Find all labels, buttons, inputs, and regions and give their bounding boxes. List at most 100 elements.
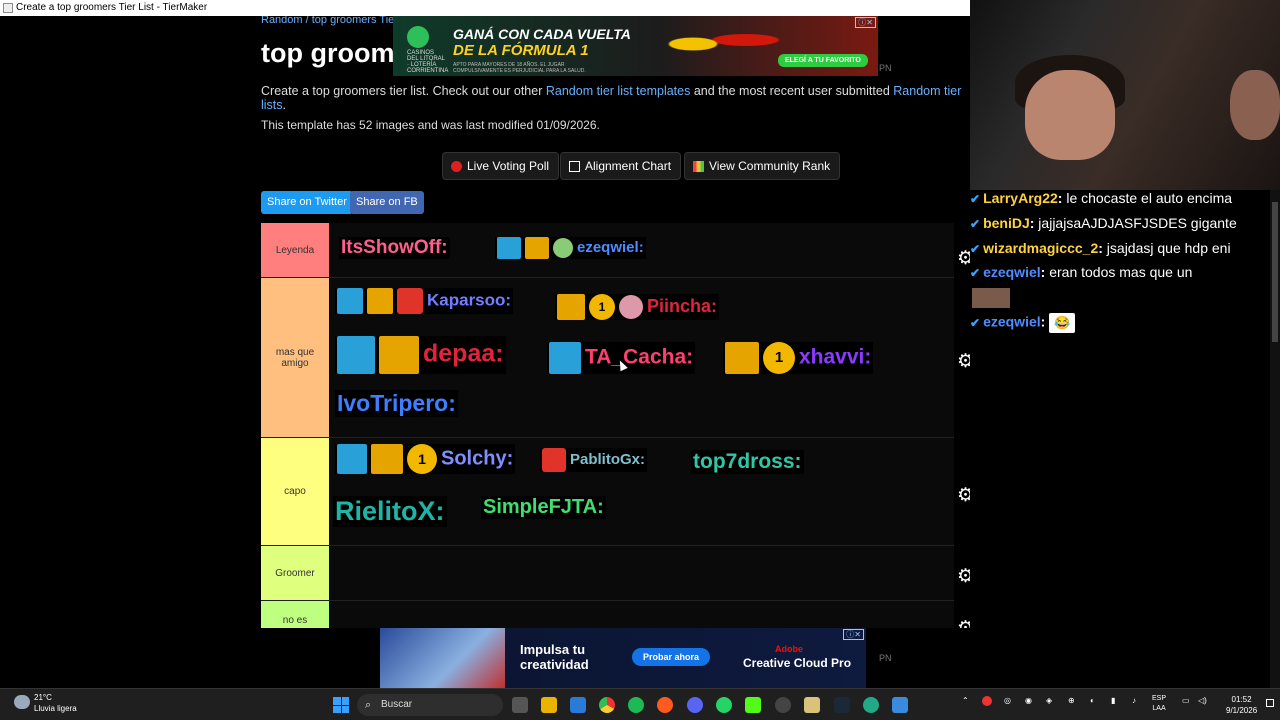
tier-label[interactable]: no es [261, 601, 329, 628]
tile-name: Piincha: [647, 295, 718, 316]
kick-icon[interactable] [745, 697, 761, 713]
tray-expand-icon[interactable]: ⌃ [962, 696, 969, 705]
tier-controls: ⚙ ⌃ ⌄ [957, 474, 970, 514]
random-templates-link[interactable]: Random tier list templates [546, 84, 691, 98]
photos-icon[interactable] [570, 697, 586, 713]
whatsapp-icon[interactable] [716, 697, 732, 713]
view-community-rank-button[interactable]: View Community Rank [684, 152, 841, 180]
tier-controls: ⚙ ⌃ [957, 607, 970, 628]
tier-label[interactable]: Leyenda [261, 223, 329, 277]
file-explorer-icon[interactable] [541, 697, 557, 713]
gear-icon[interactable]: ⚙ [957, 350, 970, 373]
tile-solchy[interactable]: 1 Solchy: [335, 444, 516, 474]
tier-label[interactable]: capo [261, 438, 329, 545]
language-indicator[interactable]: ESP LAA [1152, 694, 1166, 714]
emote-icon [619, 295, 643, 319]
app-icon[interactable] [892, 697, 908, 713]
tile-rielitox[interactable]: RielitoX: [333, 496, 447, 527]
adobe-ad-banner[interactable]: Impulsa tu creatividad Probar ahora Adob… [380, 628, 866, 688]
chat-scrollbar[interactable] [1270, 190, 1280, 690]
volume-icon[interactable]: ◁) [1198, 696, 1207, 705]
scrollbar-thumb[interactable] [1272, 202, 1278, 342]
chat-user: ezeqwiel [983, 264, 1041, 280]
tray-app-icon[interactable]: ⊕ [1068, 696, 1075, 705]
network-icon[interactable]: ▭ [1182, 696, 1190, 705]
tile-xhavvi[interactable]: 1 xhavvi: [723, 342, 874, 374]
tier-controls: ⚙ ⌃ ⌄ [957, 340, 970, 380]
gear-icon[interactable]: ⚙ [957, 247, 970, 270]
microphone-icon[interactable]: ♪ [1132, 696, 1136, 705]
ad-headline-2: DE LA FÓRMULA 1 [453, 42, 589, 59]
clock[interactable]: 01:52 9/1/2026 [1226, 694, 1257, 716]
ad-tag: PN [879, 63, 892, 73]
chat-text: le chocaste el auto encima [1062, 190, 1233, 206]
tier-label[interactable]: mas que amigo [261, 278, 329, 437]
tier-controls: ⚙ ⌃ ⌄ [957, 237, 970, 277]
crown-badge-icon [379, 336, 419, 374]
tile-top7dross[interactable]: top7dross: [691, 450, 804, 474]
notifications-icon[interactable] [1266, 699, 1274, 707]
tile-piincha[interactable]: 1 Piincha: [555, 294, 720, 320]
spotify-icon[interactable] [628, 697, 644, 713]
chat-user: wizardmagiccc_2 [983, 240, 1099, 256]
live-voting-poll-button[interactable]: Live Voting Poll [442, 152, 560, 180]
windows-start-icon[interactable] [333, 697, 349, 713]
tile-ezeqwiel[interactable]: ezeqwiel: [495, 237, 646, 259]
tier-items[interactable]: Kaparsoo: 1 Piincha: depaa: TA_Cacha: 1 xh… [329, 278, 954, 437]
tile-pablitogx[interactable]: PablitoGx: [540, 448, 648, 472]
wrench-badge-icon: ✔ [970, 217, 981, 231]
chat-message: ✔ ezeqwiel: 😂 [970, 313, 1076, 333]
gear-icon[interactable]: ⚙ [957, 565, 970, 588]
tier-list: Leyenda ItsShowOff: ezeqwiel: mas que am… [261, 223, 954, 628]
tier-label[interactable]: Groomer [261, 546, 329, 600]
search-icon: ⌕ [365, 699, 372, 711]
number-badge-icon: 1 [763, 342, 795, 374]
breadcrumb[interactable]: Random / top groomers Tier L [261, 16, 407, 26]
tile-kaparsoo[interactable]: Kaparsoo: [335, 288, 514, 314]
obs-icon[interactable] [775, 697, 791, 713]
tray-usb-icon[interactable]: ▮ [1111, 696, 1115, 705]
tier-row: Leyenda ItsShowOff: ezeqwiel: [261, 223, 954, 278]
taskbar-search[interactable]: ⌕ Buscar [357, 694, 503, 716]
tray-app-icon[interactable]: ◈ [1046, 696, 1052, 705]
discord-icon[interactable] [687, 697, 703, 713]
tray-discord-icon[interactable]: ◉ [1025, 696, 1032, 705]
mod-badge-icon [337, 288, 363, 314]
color-grid-icon [693, 161, 704, 172]
tray-app-icon[interactable]: ◎ [1004, 696, 1011, 705]
tier-items[interactable]: 1 Solchy: PablitoGx: top7dross: RielitoX:… [329, 438, 954, 545]
formula1-ad-banner[interactable]: CASINOS DEL LITORAL · LOTERÍA CORRIENTIN… [393, 16, 878, 76]
tier-items[interactable] [329, 546, 954, 600]
tile-depaa[interactable]: depaa: [335, 336, 506, 374]
lang-code: ESP [1152, 695, 1167, 702]
tray-app-icon[interactable] [982, 696, 992, 706]
ad-headline: GANÁ CON CADA VUELTA [453, 26, 631, 42]
tier-items[interactable] [329, 601, 954, 628]
task-view-icon[interactable] [512, 697, 528, 713]
gear-icon[interactable]: ⚙ [957, 484, 970, 507]
tile-itsshowoff[interactable]: ItsShowOff: [339, 237, 450, 259]
steam-icon[interactable] [834, 697, 850, 713]
brave-icon[interactable] [657, 697, 673, 713]
tier-items[interactable]: ItsShowOff: ezeqwiel: [329, 223, 954, 277]
temperature: 21°C [34, 693, 52, 702]
ad-close-icon[interactable]: ⓘ✕ [843, 629, 864, 640]
share-twitter-button[interactable]: Share on Twitter [261, 191, 353, 214]
button-label: View Community Rank [709, 159, 831, 173]
ad-close-icon[interactable]: ⓘ✕ [855, 17, 876, 28]
tray-steam-icon[interactable]: ◐ [1090, 696, 1095, 705]
window-title: Create a top groomers Tier List - TierMa… [16, 2, 208, 13]
browser-icon[interactable] [863, 697, 879, 713]
alignment-chart-button[interactable]: Alignment Chart [560, 152, 682, 180]
seven-badge-icon [397, 288, 423, 314]
tile-ivotripero[interactable]: IvoTripero: [335, 390, 458, 417]
template-meta: This template has 52 images and was last… [261, 118, 600, 132]
gear-icon[interactable]: ⚙ [957, 617, 970, 628]
notes-icon[interactable] [804, 697, 820, 713]
try-now-button[interactable]: Probar ahora [632, 648, 711, 666]
chrome-icon[interactable] [599, 697, 615, 713]
crown-badge-icon [367, 288, 393, 314]
ad-cta-button[interactable]: ELEGÍ A TU FAVORITO [778, 54, 868, 67]
tile-simplefjta[interactable]: SimpleFJTA: [481, 496, 606, 519]
share-fb-button[interactable]: Share on FB [350, 191, 424, 214]
